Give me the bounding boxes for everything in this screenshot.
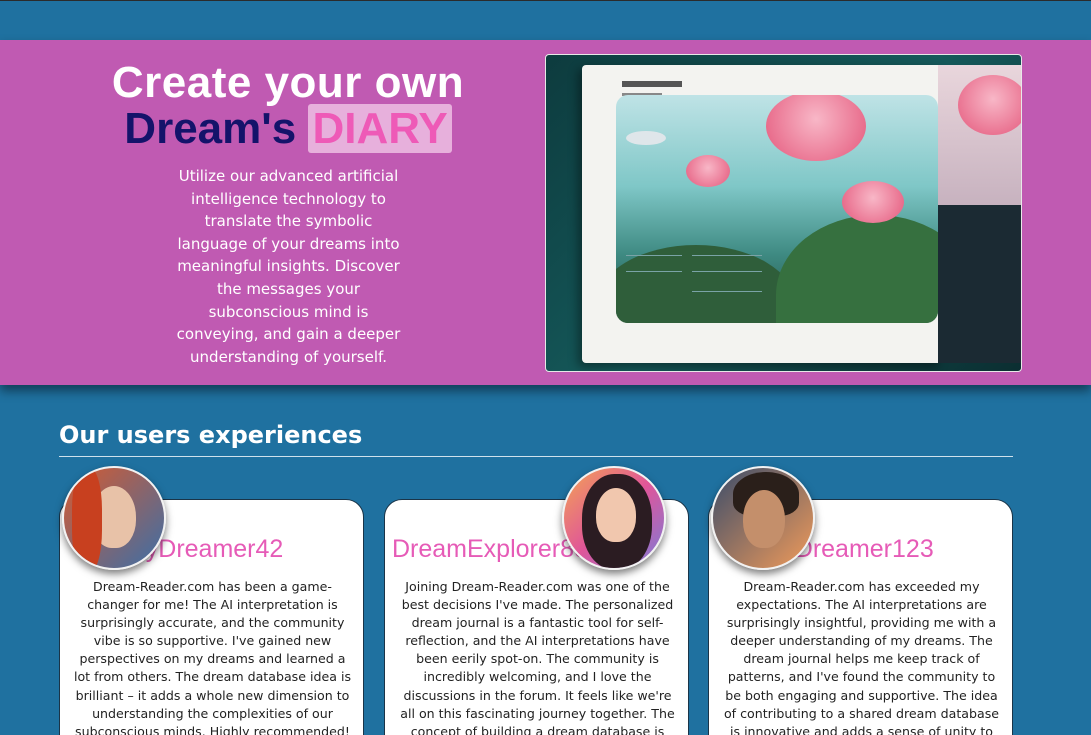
book-scene <box>616 95 938 323</box>
book-heading-mark <box>622 81 682 87</box>
flower-icon <box>686 155 730 187</box>
user-avatar <box>62 466 166 570</box>
text-line <box>626 255 682 256</box>
testimonial-text: Dream-Reader.com has exceeded my expecta… <box>723 579 1000 735</box>
hero-title-word: Dream's <box>124 104 297 153</box>
testimonial-username: DreamExplorer89 <box>392 535 588 563</box>
flower-icon <box>842 181 904 223</box>
hero-title-line1: Create your own <box>111 58 465 107</box>
hero-title-line2: Dream's DIARY <box>0 104 576 154</box>
section-divider <box>59 456 1013 457</box>
flower-icon <box>958 75 1021 135</box>
avatar-hair <box>72 468 102 568</box>
hill-shape <box>616 245 796 323</box>
flower-icon <box>766 95 866 161</box>
user-avatar <box>711 466 815 570</box>
avatar-face <box>743 490 785 548</box>
book-right-scene <box>938 65 1021 205</box>
text-line <box>692 291 762 292</box>
testimonials-title: Our users experiences <box>59 421 363 449</box>
hero-title-highlight: DIARY <box>308 104 452 153</box>
bird-icon <box>626 131 666 145</box>
hero-book-illustration <box>545 54 1022 372</box>
testimonial-text: Dream-Reader.com has been a game-changer… <box>73 579 352 735</box>
top-bar <box>0 0 1091 40</box>
text-line <box>626 271 682 272</box>
testimonial-text: Joining Dream-Reader.com was one of the … <box>400 579 675 735</box>
text-line <box>692 271 762 272</box>
hero-description: Utilize our advanced artificial intellig… <box>176 167 401 366</box>
avatar-face <box>596 488 636 542</box>
hill-shape <box>776 215 938 323</box>
text-line <box>692 255 762 256</box>
user-avatar <box>562 466 666 570</box>
